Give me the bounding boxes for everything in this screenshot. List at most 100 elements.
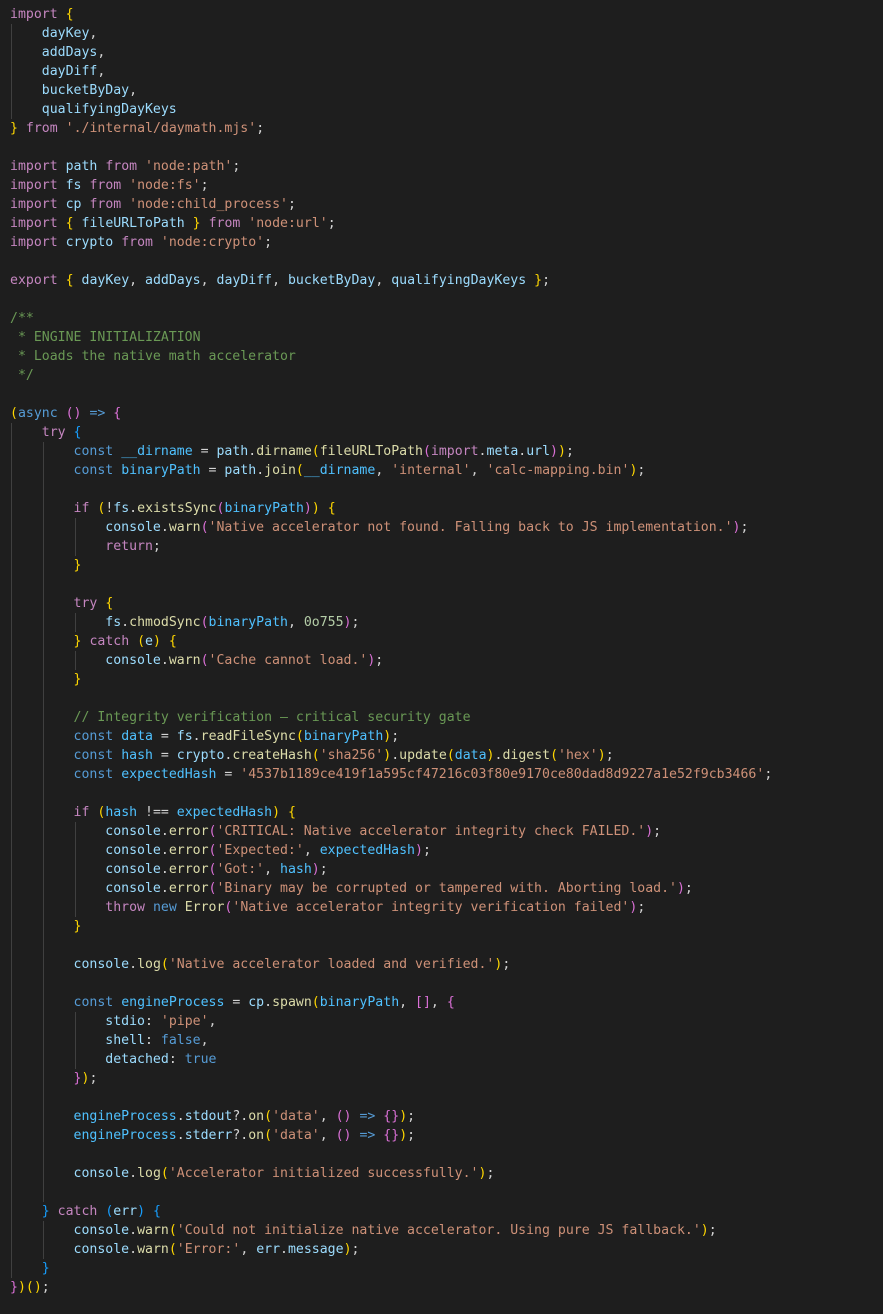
code-token: ;: [200, 178, 209, 193]
code-line[interactable]: [10, 1183, 883, 1202]
code-line[interactable]: try {: [10, 423, 883, 442]
code-line[interactable]: })();: [10, 1278, 883, 1297]
indent-guide: [11, 632, 12, 651]
code-line[interactable]: console.error('Expected:', expectedHash)…: [10, 841, 883, 860]
code-line[interactable]: addDays,: [10, 43, 883, 62]
code-token: data: [454, 748, 487, 763]
code-line[interactable]: import path from 'node:path';: [10, 157, 883, 176]
code-token: ): [399, 1109, 408, 1124]
code-area[interactable]: import { dayKey, addDays, dayDiff, bucke…: [10, 5, 883, 1297]
code-line[interactable]: console.error('CRITICAL: Native accelera…: [10, 822, 883, 841]
code-token: dayDiff: [216, 273, 273, 288]
code-line[interactable]: (async () => {: [10, 404, 883, 423]
code-token: expectedHash: [176, 805, 273, 820]
indent-guide: [11, 1259, 12, 1278]
code-line[interactable]: });: [10, 1069, 883, 1088]
code-token: '4537b1189ce419f1a595cf47216c03f80e9170c…: [240, 767, 765, 782]
code-line[interactable]: console.warn('Cache cannot load.');: [10, 651, 883, 670]
code-line[interactable]: if (hash !== expectedHash) {: [10, 803, 883, 822]
code-token: ,: [97, 45, 106, 60]
code-line[interactable]: */: [10, 366, 883, 385]
code-line[interactable]: const engineProcess = cp.spawn(binaryPat…: [10, 993, 883, 1012]
code-line[interactable]: dayDiff,: [10, 62, 883, 81]
code-line[interactable]: dayKey,: [10, 24, 883, 43]
code-line[interactable]: const __dirname = path.dirname(fileURLTo…: [10, 442, 883, 461]
code-line[interactable]: }: [10, 1259, 883, 1278]
code-token: import: [10, 197, 58, 212]
code-line[interactable]: const hash = crypto.createHash('sha256')…: [10, 746, 883, 765]
code-editor[interactable]: import { dayKey, addDays, dayDiff, bucke…: [0, 0, 883, 1314]
code-line[interactable]: fs.chmodSync(binaryPath, 0o755);: [10, 613, 883, 632]
code-line[interactable]: shell: false,: [10, 1031, 883, 1050]
code-line[interactable]: [10, 689, 883, 708]
code-line[interactable]: * Loads the native math accelerator: [10, 347, 883, 366]
code-line[interactable]: console.error('Binary may be corrupted o…: [10, 879, 883, 898]
code-line[interactable]: export { dayKey, addDays, dayDiff, bucke…: [10, 271, 883, 290]
code-line[interactable]: }: [10, 556, 883, 575]
code-line[interactable]: [10, 138, 883, 157]
code-token: import: [10, 159, 58, 174]
code-line[interactable]: console.warn('Could not initialize nativ…: [10, 1221, 883, 1240]
code-line[interactable]: if (!fs.existsSync(binaryPath)) {: [10, 499, 883, 518]
code-token: {: [153, 1204, 161, 1219]
code-token: cp: [248, 995, 265, 1010]
code-line[interactable]: console.error('Got:', hash);: [10, 860, 883, 879]
code-line[interactable]: [10, 252, 883, 271]
code-token: expectedHash: [121, 767, 217, 782]
indent-guide: [42, 1050, 44, 1069]
code-line[interactable]: [10, 575, 883, 594]
code-line[interactable]: import fs from 'node:fs';: [10, 176, 883, 195]
code-line[interactable]: }: [10, 670, 883, 689]
code-line[interactable]: console.warn('Native accelerator not fou…: [10, 518, 883, 537]
code-line[interactable]: [10, 974, 883, 993]
code-line[interactable]: [10, 1088, 883, 1107]
code-line[interactable]: console.log('Native accelerator loaded a…: [10, 955, 883, 974]
indent-guide: [42, 974, 44, 993]
code-line[interactable]: return;: [10, 537, 883, 556]
code-line[interactable]: import { fileURLToPath } from 'node:url'…: [10, 214, 883, 233]
code-line[interactable]: } catch (err) {: [10, 1202, 883, 1221]
code-line[interactable]: [10, 290, 883, 309]
indent-guide: [11, 651, 12, 670]
code-token: try: [41, 425, 66, 440]
code-line[interactable]: throw new Error('Native accelerator inte…: [10, 898, 883, 917]
code-line[interactable]: engineProcess.stdout?.on('data', () => {…: [10, 1107, 883, 1126]
code-token: ;: [287, 197, 296, 212]
indent-guide: [11, 803, 12, 822]
code-line[interactable]: try {: [10, 594, 883, 613]
code-token: (: [200, 653, 209, 668]
code-line[interactable]: const expectedHash = '4537b1189ce419f1a5…: [10, 765, 883, 784]
code-token: {: [73, 425, 82, 440]
code-line[interactable]: [10, 784, 883, 803]
code-line[interactable]: engineProcess.stderr?.on('data', () => {…: [10, 1126, 883, 1145]
code-token: throw: [105, 900, 145, 915]
code-line[interactable]: // Integrity verification — critical sec…: [10, 708, 883, 727]
code-line[interactable]: console.log('Accelerator initialized suc…: [10, 1164, 883, 1183]
code-line[interactable]: } from './internal/daymath.mjs';: [10, 119, 883, 138]
code-line[interactable]: import crypto from 'node:crypto';: [10, 233, 883, 252]
code-line[interactable]: bucketByDay,: [10, 81, 883, 100]
code-line[interactable]: [10, 1145, 883, 1164]
code-token: {: [65, 216, 74, 231]
code-token: =: [152, 729, 177, 744]
code-line[interactable]: const data = fs.readFileSync(binaryPath)…: [10, 727, 883, 746]
code-line[interactable]: /**: [10, 309, 883, 328]
code-line[interactable]: } catch (e) {: [10, 632, 883, 651]
code-line[interactable]: import cp from 'node:child_process';: [10, 195, 883, 214]
code-line[interactable]: import {: [10, 5, 883, 24]
code-line[interactable]: [10, 480, 883, 499]
code-line[interactable]: * ENGINE INITIALIZATION: [10, 328, 883, 347]
code-line[interactable]: qualifyingDayKeys: [10, 100, 883, 119]
code-line[interactable]: [10, 385, 883, 404]
code-line[interactable]: const binaryPath = path.join(__dirname, …: [10, 461, 883, 480]
indent-guide: [11, 556, 12, 575]
code-line[interactable]: console.warn('Error:', err.message);: [10, 1240, 883, 1259]
code-line[interactable]: stdio: 'pipe',: [10, 1012, 883, 1031]
code-line[interactable]: }: [10, 917, 883, 936]
indent-guide: [11, 670, 12, 689]
code-line[interactable]: detached: true: [10, 1050, 883, 1069]
code-line[interactable]: [10, 936, 883, 955]
